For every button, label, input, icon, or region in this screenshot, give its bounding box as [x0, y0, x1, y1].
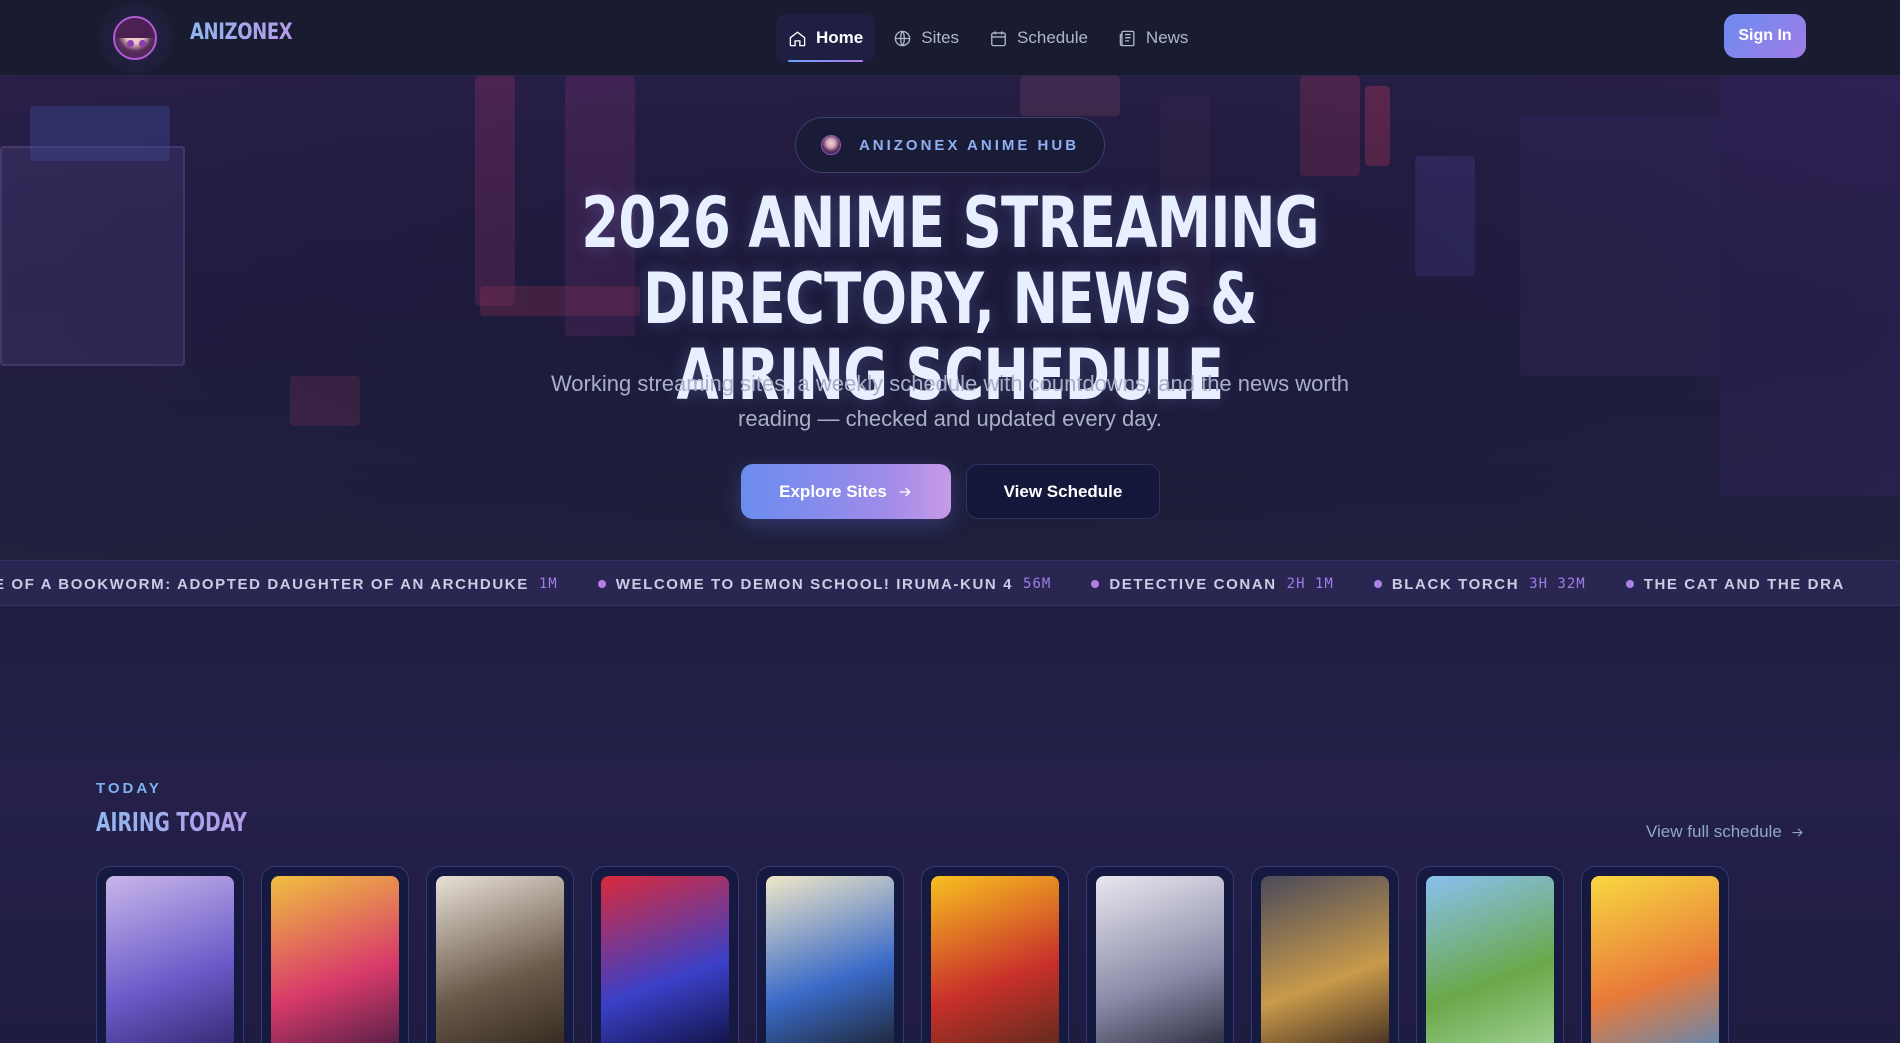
- page: ANIZONEX Home Sites Schedule News Sign I…: [0, 0, 1900, 1043]
- ticker-countdown: 2H 1M: [1286, 576, 1334, 592]
- anime-poster: [436, 876, 564, 1043]
- nav-item-schedule[interactable]: Schedule: [977, 14, 1100, 62]
- anime-card[interactable]: [1251, 866, 1399, 1043]
- anime-poster: [601, 876, 729, 1043]
- main-nav: Home Sites Schedule News: [776, 14, 1200, 62]
- newspaper-icon: [1119, 30, 1135, 46]
- anime-card[interactable]: [261, 866, 409, 1043]
- ticker-title: DETECTIVE CONAN: [1109, 575, 1277, 593]
- ticker-title: WELCOME TO DEMON SCHOOL! IRUMA-KUN 4: [615, 575, 1014, 593]
- arrow-right-icon: [1792, 827, 1803, 837]
- nav-item-home[interactable]: Home: [776, 14, 876, 62]
- anime-poster: [766, 876, 894, 1043]
- bullet-icon: [1373, 580, 1382, 588]
- ticker-item[interactable]: WELCOME TO DEMON SCHOOL! IRUMA-KUN 4 56M: [597, 575, 1052, 593]
- brand-name[interactable]: ANIZONEX: [190, 20, 293, 45]
- anime-poster: [271, 876, 399, 1043]
- view-full-schedule-label: View full schedule: [1646, 822, 1782, 841]
- anime-poster: [1591, 876, 1719, 1043]
- ticker-track: E OF A BOOKWORM: ADOPTED DAUGHTER OF AN …: [0, 561, 1885, 605]
- anime-card[interactable]: [1086, 866, 1234, 1043]
- calendar-icon: [991, 30, 1006, 46]
- anime-poster: [931, 876, 1059, 1043]
- logo[interactable]: [98, 2, 174, 74]
- globe-icon: [894, 30, 911, 46]
- ticker-title: E OF A BOOKWORM: ADOPTED DAUGHTER OF AN …: [0, 575, 529, 593]
- view-schedule-button[interactable]: View Schedule: [966, 464, 1160, 519]
- home-icon: [789, 30, 806, 46]
- nav-label-home: Home: [816, 28, 864, 47]
- sign-in-button[interactable]: Sign In: [1724, 14, 1806, 58]
- explore-sites-button[interactable]: Explore Sites: [741, 464, 951, 519]
- anime-card[interactable]: [1581, 866, 1729, 1043]
- section-kicker: TODAY: [96, 780, 162, 797]
- avatar-badge-icon: [820, 135, 841, 155]
- hero-subtitle: Working streaming sites, a weekly schedu…: [500, 366, 1400, 436]
- anime-card[interactable]: [96, 866, 244, 1043]
- hub-badge-label: ANIZONEX ANIME HUB: [858, 136, 1080, 154]
- anime-poster: [106, 876, 234, 1043]
- ticker-countdown: 56M: [1023, 576, 1052, 592]
- explore-sites-label: Explore Sites: [779, 481, 887, 501]
- view-full-schedule-link[interactable]: View full schedule: [1646, 822, 1805, 842]
- bullet-icon: [597, 580, 606, 588]
- ticker-title: THE CAT AND THE DRA: [1643, 575, 1845, 593]
- ticker-item[interactable]: DETECTIVE CONAN 2H 1M: [1091, 576, 1334, 593]
- nav-item-news[interactable]: News: [1106, 14, 1201, 62]
- hero-subtitle-line-1: Working streaming sites, a weekly schedu…: [550, 371, 1350, 396]
- section-title: AIRING TODAY: [96, 808, 247, 838]
- airing-cards: [96, 866, 1729, 1043]
- anime-card[interactable]: [591, 866, 739, 1043]
- ticker-countdown: 3H 32M: [1529, 576, 1586, 592]
- nav-label-schedule: Schedule: [1017, 28, 1088, 47]
- bullet-icon: [1091, 580, 1100, 588]
- avatar-logo-icon: [113, 16, 157, 60]
- nav-item-sites[interactable]: Sites: [881, 14, 971, 62]
- bullet-icon: [1625, 580, 1634, 588]
- anime-poster: [1261, 876, 1389, 1043]
- airing-ticker: E OF A BOOKWORM: ADOPTED DAUGHTER OF AN …: [0, 560, 1900, 606]
- ticker-item[interactable]: THE CAT AND THE DRA: [1625, 575, 1845, 593]
- arrow-right-icon: [899, 487, 911, 496]
- hub-badge: ANIZONEX ANIME HUB: [795, 117, 1105, 173]
- ticker-item[interactable]: E OF A BOOKWORM: ADOPTED DAUGHTER OF AN …: [0, 576, 558, 593]
- ticker-title: BLACK TORCH: [1391, 575, 1520, 593]
- ticker-item[interactable]: BLACK TORCH 3H 32M: [1373, 575, 1586, 593]
- anime-card[interactable]: [1416, 866, 1564, 1043]
- anime-card[interactable]: [921, 866, 1069, 1043]
- top-nav: ANIZONEX Home Sites Schedule News Sign I…: [0, 0, 1900, 76]
- nav-label-news: News: [1145, 28, 1189, 47]
- hero-subtitle-line-2: reading — checked and updated every day.: [738, 406, 1162, 431]
- anime-card[interactable]: [426, 866, 574, 1043]
- nav-label-sites: Sites: [921, 28, 960, 47]
- hero-title-line-1: 2026 ANIME STREAMING DIRECTORY, NEWS &: [581, 182, 1319, 340]
- ticker-countdown: 1M: [538, 576, 558, 592]
- anime-poster: [1426, 876, 1554, 1043]
- anime-poster: [1096, 876, 1224, 1043]
- anime-card[interactable]: [756, 866, 904, 1043]
